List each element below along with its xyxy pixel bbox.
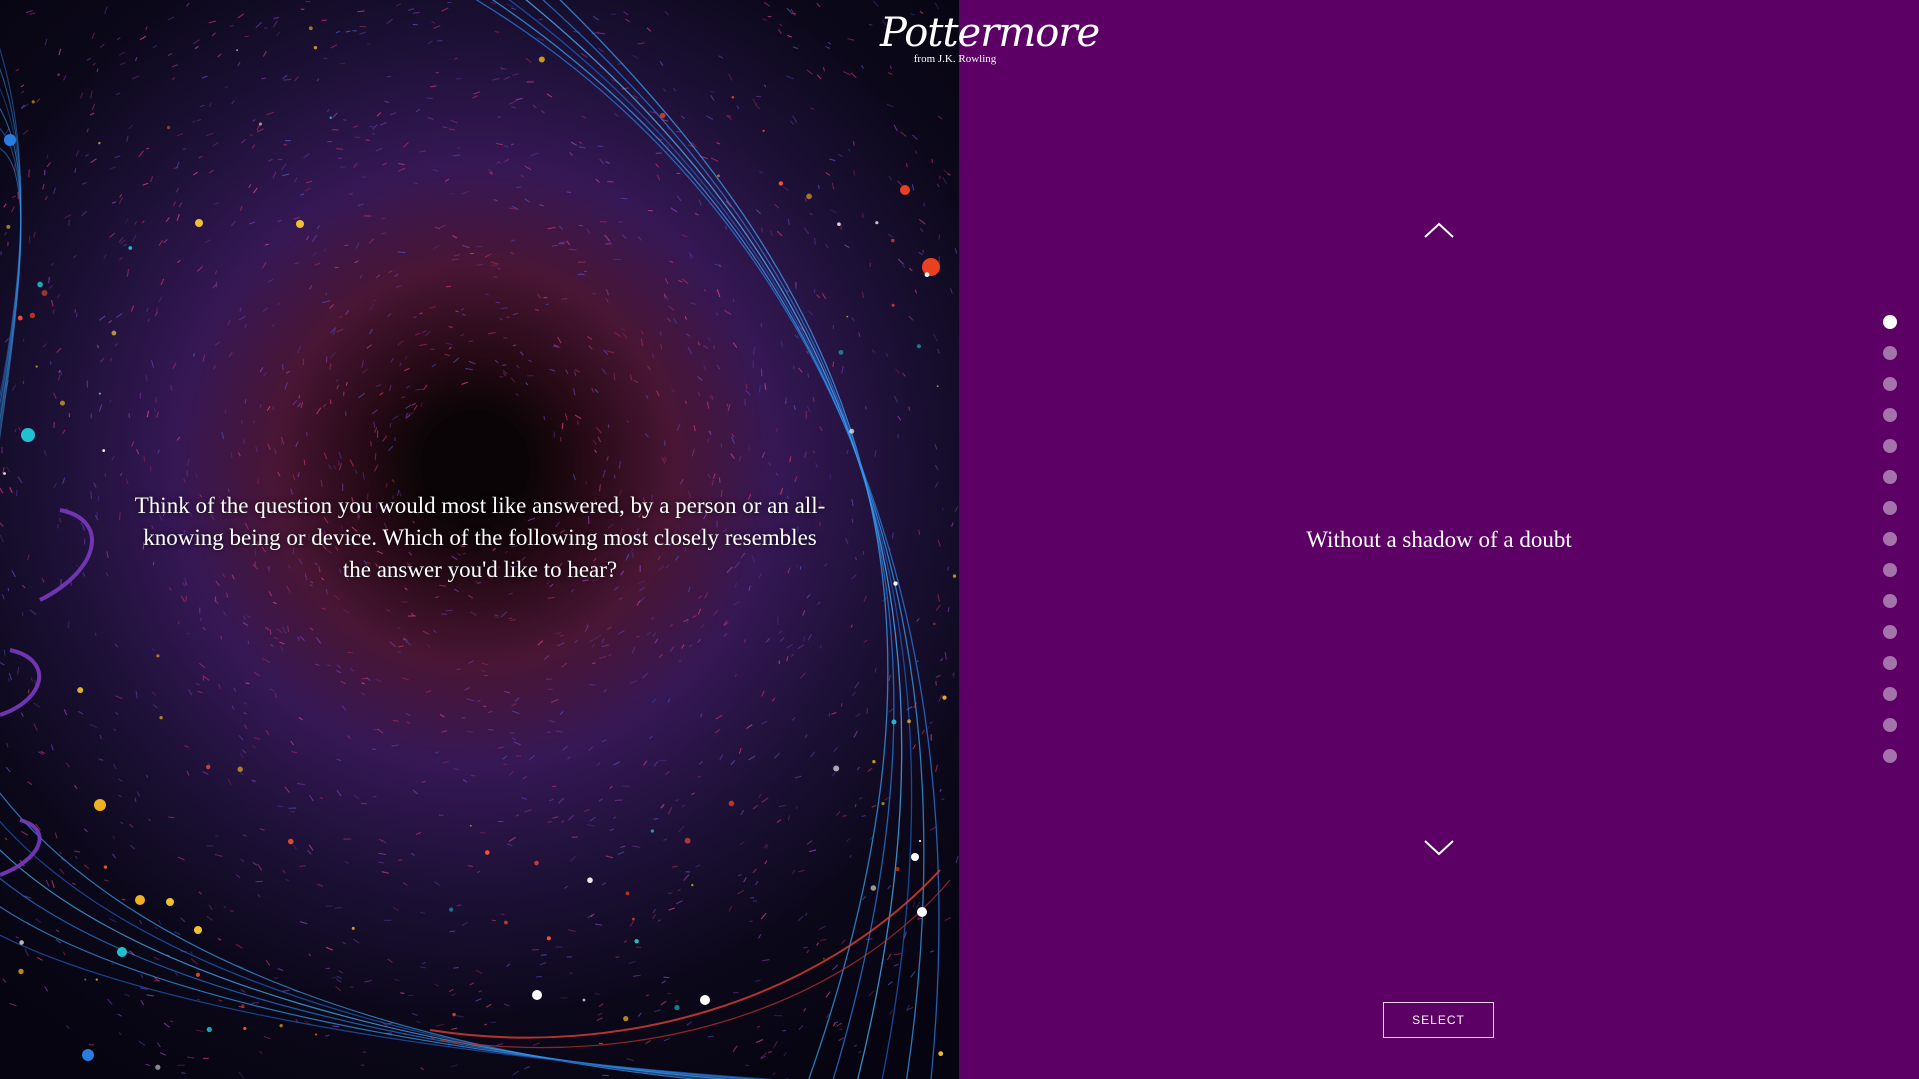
progress-dot[interactable] bbox=[1883, 563, 1897, 577]
progress-dot[interactable] bbox=[1883, 470, 1897, 484]
progress-dot[interactable] bbox=[1883, 749, 1897, 763]
progress-dot[interactable] bbox=[1883, 718, 1897, 732]
progress-dot[interactable] bbox=[1883, 346, 1897, 360]
answer-panel: Without a shadow of a doubt SELECT bbox=[959, 0, 1919, 1079]
question-panel: Think of the question you would most lik… bbox=[0, 0, 959, 1079]
question-text: Think of the question you would most lik… bbox=[134, 493, 826, 582]
logo-wordmark: Pottermore bbox=[880, 10, 1100, 56]
progress-dot[interactable] bbox=[1883, 532, 1897, 546]
progress-dot[interactable] bbox=[1883, 656, 1897, 670]
progress-dot[interactable] bbox=[1883, 501, 1897, 515]
progress-dot[interactable] bbox=[1883, 377, 1897, 391]
progress-dot[interactable] bbox=[1883, 439, 1897, 453]
chevron-down-icon[interactable] bbox=[1419, 833, 1459, 863]
progress-dot[interactable] bbox=[1883, 625, 1897, 639]
progress-dot[interactable] bbox=[1883, 408, 1897, 422]
answer-option-text: Without a shadow of a doubt bbox=[1306, 527, 1572, 552]
chevron-up-icon[interactable] bbox=[1419, 215, 1459, 245]
select-button[interactable]: SELECT bbox=[1383, 1002, 1494, 1038]
sorting-quiz-page: Think of the question you would most lik… bbox=[0, 0, 1919, 1079]
pottermore-logo[interactable]: Pottermore from J.K. Rowling bbox=[880, 10, 1100, 80]
progress-dot[interactable] bbox=[1883, 315, 1897, 329]
progress-dot[interactable] bbox=[1883, 687, 1897, 701]
question-progress-dots bbox=[1883, 315, 1899, 780]
progress-dot[interactable] bbox=[1883, 594, 1897, 608]
